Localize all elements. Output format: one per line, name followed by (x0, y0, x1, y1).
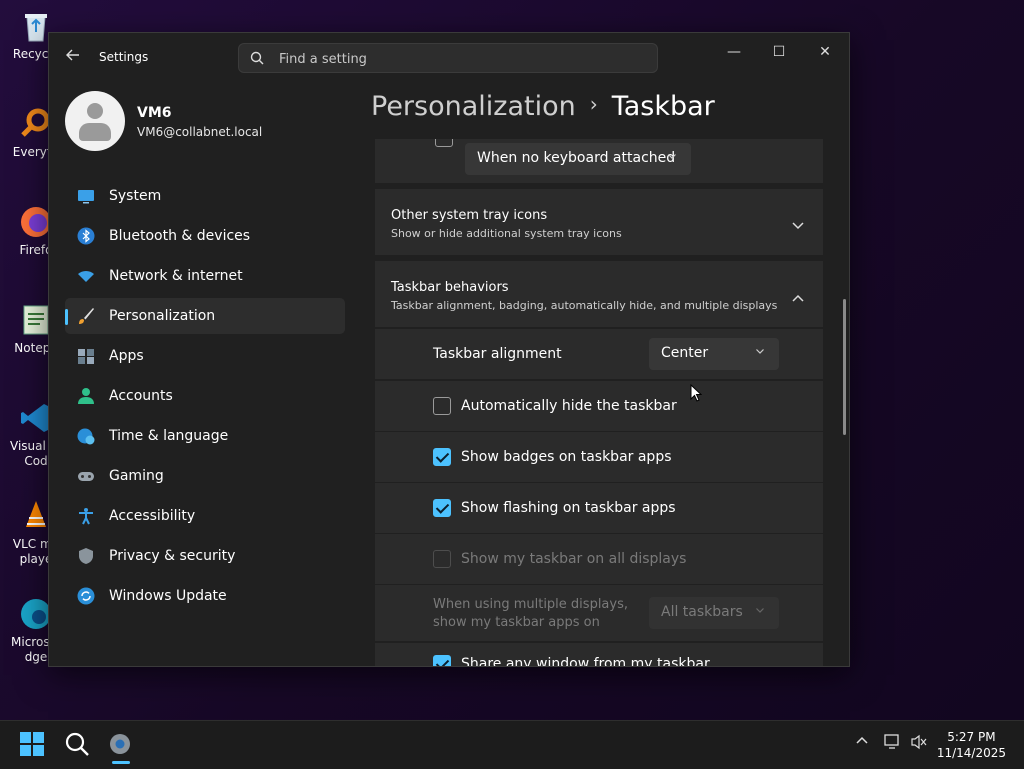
sidebar-item-network[interactable]: Network & internet (65, 258, 345, 294)
active-indicator (112, 761, 130, 764)
title-bar: Settings — ☐ ✕ (49, 33, 849, 81)
taskbar-alignment-label: Taskbar alignment (433, 346, 562, 362)
sidebar-item-accessibility[interactable]: Accessibility (65, 498, 345, 534)
globe-clock-icon (77, 427, 95, 445)
clock-date: 11/14/2025 (936, 746, 1006, 760)
settings-icon[interactable] (106, 730, 136, 764)
touch-keyboard-checkbox[interactable] (435, 139, 453, 147)
multi-display-dropdown: All taskbars (649, 597, 779, 629)
taskbar: 5:27 PM 11/14/2025 (0, 720, 1024, 769)
all-displays-label: Show my taskbar on all displays (461, 551, 687, 567)
system-icon (77, 187, 95, 205)
search-input[interactable] (277, 49, 641, 69)
user-email: VM6@collabnet.local (137, 125, 263, 139)
sidebar-item-bluetooth[interactable]: Bluetooth & devices (65, 218, 345, 254)
mouse-cursor-icon (690, 383, 703, 406)
search-box[interactable] (238, 43, 658, 73)
chevron-down-icon (755, 346, 765, 359)
system-clock[interactable]: 5:27 PM 11/14/2025 (937, 729, 1006, 761)
share-window-label: Share any window from my taskbar (461, 656, 710, 666)
gamepad-icon (77, 467, 95, 485)
badges-row[interactable]: Show badges on taskbar apps (375, 432, 823, 482)
tray-icons-card[interactable]: Other system tray icons Show or hide add… (375, 189, 823, 255)
taskbar-behaviors-card[interactable]: Taskbar behaviors Taskbar alignment, bad… (375, 261, 823, 327)
multi-display-label-2: show my taskbar apps on (433, 615, 600, 630)
badges-checkbox[interactable] (433, 448, 451, 466)
taskbar-behaviors-subtitle: Taskbar alignment, badging, automaticall… (391, 299, 778, 312)
chevron-down-icon (755, 605, 765, 618)
avatar[interactable] (65, 91, 125, 151)
touch-keyboard-dropdown[interactable]: When no keyboard attached (465, 143, 691, 175)
auto-hide-checkbox[interactable] (433, 397, 451, 415)
sidebar-item-privacy[interactable]: Privacy & security (65, 538, 345, 574)
flashing-checkbox[interactable] (433, 499, 451, 517)
taskbar-behaviors-title: Taskbar behaviors (391, 280, 509, 295)
accounts-icon (77, 387, 95, 405)
clock-time: 5:27 PM (947, 730, 996, 744)
volume-muted-icon[interactable] (910, 734, 928, 754)
sidebar-item-gaming[interactable]: Gaming (65, 458, 345, 494)
user-name: VM6 (137, 105, 172, 121)
back-arrow-icon[interactable] (63, 47, 83, 67)
chevron-up-icon[interactable] (855, 734, 869, 752)
wifi-icon (77, 267, 95, 285)
start-icon[interactable] (18, 730, 48, 760)
auto-hide-label: Automatically hide the taskbar (461, 398, 677, 414)
network-icon[interactable] (884, 734, 902, 754)
content-pane: When no keyboard attached Other system t… (375, 139, 823, 666)
apps-icon (77, 347, 95, 365)
badges-label: Show badges on taskbar apps (461, 449, 672, 465)
sidebar-item-windows-update[interactable]: Windows Update (65, 578, 345, 614)
multi-display-label-1: When using multiple displays, (433, 597, 628, 612)
sidebar-nav: System Bluetooth & devices Network & int… (65, 178, 345, 618)
auto-hide-row[interactable]: Automatically hide the taskbar (375, 381, 823, 431)
flashing-label: Show flashing on taskbar apps (461, 500, 676, 516)
accessibility-icon (77, 507, 95, 525)
minimize-button[interactable]: — (719, 41, 749, 63)
shield-icon (77, 547, 95, 565)
sidebar-item-time-language[interactable]: Time & language (65, 418, 345, 454)
all-displays-row: Show my taskbar on all displays (375, 534, 823, 584)
scrollbar[interactable] (843, 299, 846, 435)
touch-keyboard-card: When no keyboard attached (375, 139, 823, 183)
sidebar-item-system[interactable]: System (65, 178, 345, 214)
breadcrumb-separator: › (589, 92, 598, 116)
chevron-down-icon (667, 151, 677, 164)
app-title: Settings (99, 50, 149, 64)
chevron-down-icon[interactable] (791, 216, 805, 235)
settings-window: Settings — ☐ ✕ VM6 VM6@collabnet.local S… (48, 32, 850, 667)
chevron-up-icon[interactable] (791, 288, 805, 307)
sidebar-item-apps[interactable]: Apps (65, 338, 345, 374)
taskbar-alignment-dropdown[interactable]: Center (649, 338, 779, 370)
brush-icon (77, 307, 95, 325)
bluetooth-icon (77, 227, 95, 245)
all-displays-checkbox (433, 550, 451, 568)
search-icon (250, 50, 264, 65)
share-window-row[interactable]: Share any window from my taskbar (375, 643, 823, 666)
tray-icons-title: Other system tray icons (391, 208, 548, 223)
breadcrumb: Personalization › Taskbar (371, 91, 715, 122)
page-title: Taskbar (611, 91, 715, 122)
share-window-checkbox[interactable] (433, 655, 451, 666)
close-button[interactable]: ✕ (810, 41, 840, 63)
flashing-row[interactable]: Show flashing on taskbar apps (375, 483, 823, 533)
search-icon[interactable] (63, 730, 93, 760)
taskbar-alignment-row: Taskbar alignment Center (375, 329, 823, 379)
multi-display-row: When using multiple displays, show my ta… (375, 585, 823, 641)
update-icon (77, 587, 95, 605)
breadcrumb-parent[interactable]: Personalization (371, 91, 576, 122)
maximize-button[interactable]: ☐ (764, 41, 794, 63)
sidebar-item-personalization[interactable]: Personalization (65, 298, 345, 334)
tray-icons-subtitle: Show or hide additional system tray icon… (391, 227, 622, 240)
sidebar-item-accounts[interactable]: Accounts (65, 378, 345, 414)
